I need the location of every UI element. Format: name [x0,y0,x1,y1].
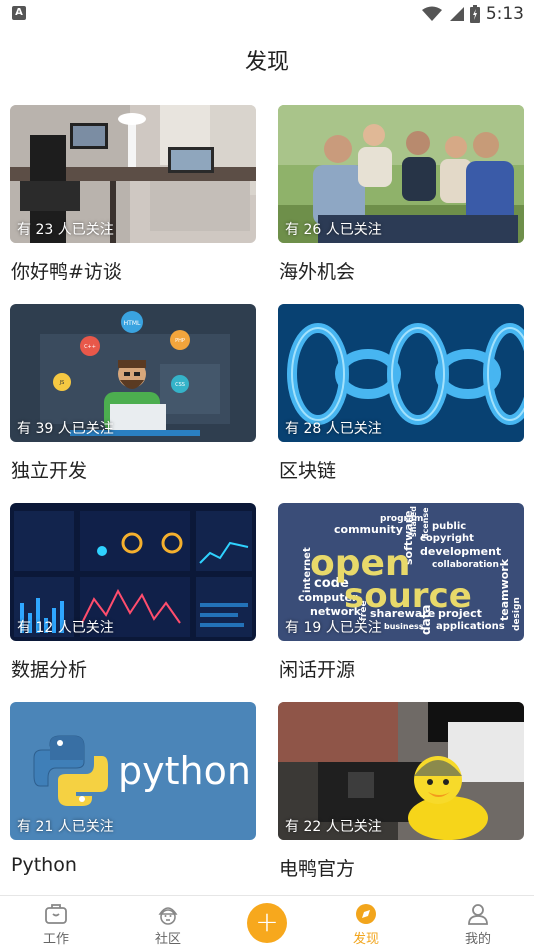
tab-label: 发现 [352,932,379,947]
tab-label: 工作 [42,932,69,947]
follower-count: 有 28 人已关注 [285,421,382,437]
open-source-word-cloud-image: program community shared software licens… [278,503,524,641]
word-community: community [334,523,403,536]
word-copyright: copyright [420,533,474,544]
dashboard-image: 有 12 人已关注 [10,503,256,641]
tab-me[interactable]: 我的 [438,896,518,950]
topic-card-official[interactable]: 有 22 人已关注 电鸭官方 [278,702,524,892]
topic-card-interview[interactable]: 有 23 人已关注 你好鸭#访谈 [10,105,256,295]
status-bar: A 5:13 [0,0,534,28]
group-photo-image: 有 26 人已关注 [278,105,524,243]
topic-card-overseas[interactable]: 有 26 人已关注 海外机会 [278,105,524,295]
briefcase-icon [45,904,67,924]
rubber-duck-image: 有 22 人已关注 [278,702,524,840]
tab-label: 我的 [464,932,491,947]
topic-card-indie-dev[interactable]: HTML PHP C++ CSS JS 有 39 人已关注 独立开发 [10,304,256,494]
topic-title: 电鸭官方 [279,858,356,880]
clock: 5:13 [485,4,524,24]
tab-work[interactable]: 工作 [16,896,96,950]
follower-count: 有 21 人已关注 [17,819,114,835]
topic-title: 数据分析 [11,659,88,681]
desk-setup-image: 有 23 人已关注 [10,105,256,243]
follower-count: 有 12 人已关注 [17,620,114,636]
js-bubble-label: JS [59,380,65,386]
duck-community-icon [158,907,178,925]
person-icon [468,904,488,925]
topic-title: Python [11,854,77,876]
css-bubble-label: CSS [175,382,185,388]
word-public: public [432,521,466,532]
topic-card-data-analysis[interactable]: 有 12 人已关注 数据分析 [10,503,256,693]
follower-count: 有 26 人已关注 [285,222,382,238]
topic-card-python[interactable]: python 有 21 人已关注 Python [10,702,256,892]
word-design: design [512,597,522,631]
topic-title: 独立开发 [11,460,88,482]
tab-community[interactable]: 社区 [128,896,208,950]
word-development: development [420,545,501,558]
php-bubble-label: PHP [175,338,185,344]
tab-label: 社区 [154,932,181,947]
word-applications: applications [436,621,505,632]
python-logo-image: python 有 21 人已关注 [10,702,256,840]
developer-illustration-image: HTML PHP C++ CSS JS 有 39 人已关注 [10,304,256,442]
follower-count: 有 39 人已关注 [17,421,114,437]
topic-card-open-source[interactable]: program community shared software licens… [278,503,524,693]
topic-title: 闲话开源 [279,659,356,681]
blue-chain-image: 有 28 人已关注 [278,304,524,442]
tab-discover[interactable]: 发现 [326,896,406,950]
page-title: 发现 [244,50,289,75]
follower-count: 有 23 人已关注 [17,222,114,238]
topic-card-blockchain[interactable]: 有 28 人已关注 区块链 [278,304,524,494]
topic-title: 海外机会 [279,261,356,283]
bottom-tab-bar: 工作 社区 + 发现 我的 [0,895,534,950]
python-wordmark: python [118,749,251,793]
follower-count: 有 22 人已关注 [285,819,382,835]
word-source: source [344,576,472,616]
follower-count: 有 19 人已关注 [285,620,382,636]
wifi-icon [421,6,442,21]
cell-signal-icon [449,7,464,21]
word-teamwork: teamwork [498,558,511,621]
status-icons: 5:13 [421,3,524,25]
topic-grid: 有 23 人已关注 你好鸭#访谈 有 26 人已关注 海外机会 HTML PHP… [10,105,524,895]
notification-icon: A [12,6,26,20]
topic-title: 区块链 [279,460,337,482]
cpp-bubble-label: C++ [84,344,96,350]
word-collaboration: collaboration [432,560,499,570]
battery-icon [469,5,480,23]
add-button[interactable]: + [247,903,287,943]
html-bubble-label: HTML [124,320,141,327]
topic-title: 你好鸭#访谈 [11,261,122,283]
word-business: business [384,622,424,631]
compass-icon [356,904,376,924]
